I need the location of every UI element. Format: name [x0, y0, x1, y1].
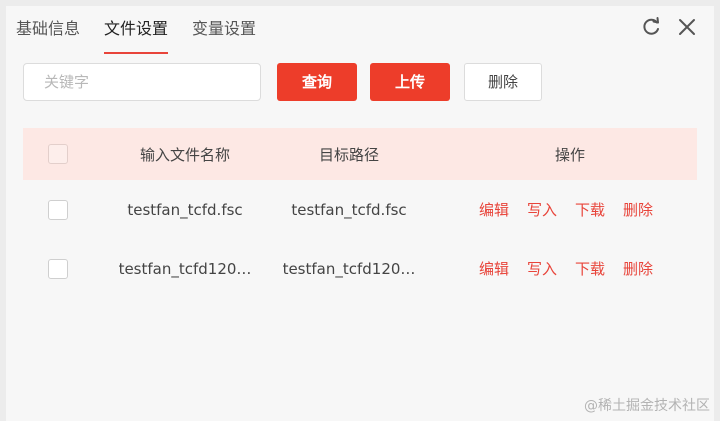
query-button[interactable]: 查询 [277, 63, 357, 101]
table-header: 输入文件名称 目标路径 操作 [23, 128, 697, 180]
row-actions: 编辑 写入 下载 删除 [431, 199, 697, 220]
refresh-icon[interactable] [640, 16, 662, 38]
target-path-cell: testfan_tcfd120… [282, 259, 416, 278]
file-name-cell: testfan_tcfd120… [118, 259, 252, 278]
tab-bar: 基础信息 文件设置 变量设置 [16, 16, 280, 56]
header-operations: 操作 [554, 145, 585, 164]
row-checkbox[interactable] [48, 258, 68, 279]
target-path-cell: testfan_tcfd.fsc [291, 200, 407, 219]
download-link[interactable]: 下载 [575, 199, 605, 220]
row-actions: 编辑 写入 下载 删除 [431, 258, 697, 279]
file-name-cell: testfan_tcfd.fsc [127, 200, 243, 219]
row-checkbox[interactable] [48, 199, 68, 220]
file-settings-panel: 基础信息 文件设置 变量设置 查询 上传 删除 输入文件名称 目标路径 操作 [6, 6, 714, 421]
edit-link[interactable]: 编辑 [479, 199, 509, 220]
upload-button[interactable]: 上传 [370, 63, 450, 101]
watermark: @稀土掘金技术社区 [584, 398, 710, 414]
close-icon[interactable] [676, 16, 698, 38]
keyword-search-input[interactable] [23, 63, 261, 101]
header-target-path: 目标路径 [318, 145, 379, 164]
table-row: testfan_tcfd120… testfan_tcfd120… 编辑 写入 … [23, 239, 697, 298]
tab-basic-info[interactable]: 基础信息 [16, 16, 80, 56]
edit-link[interactable]: 编辑 [479, 258, 509, 279]
file-table: 输入文件名称 目标路径 操作 testfan_tcfd.fsc testfan_… [23, 128, 697, 298]
window-controls [640, 16, 698, 38]
write-link[interactable]: 写入 [527, 199, 557, 220]
table-row: testfan_tcfd.fsc testfan_tcfd.fsc 编辑 写入 … [23, 180, 697, 239]
tab-variable-settings[interactable]: 变量设置 [192, 16, 256, 56]
download-link[interactable]: 下载 [575, 258, 605, 279]
delete-button[interactable]: 删除 [464, 63, 542, 101]
write-link[interactable]: 写入 [527, 258, 557, 279]
select-all-checkbox[interactable] [48, 144, 68, 164]
delete-link[interactable]: 删除 [623, 258, 653, 279]
delete-link[interactable]: 删除 [623, 199, 653, 220]
tab-file-settings[interactable]: 文件设置 [104, 16, 169, 56]
header-input-file-name: 输入文件名称 [139, 145, 230, 164]
